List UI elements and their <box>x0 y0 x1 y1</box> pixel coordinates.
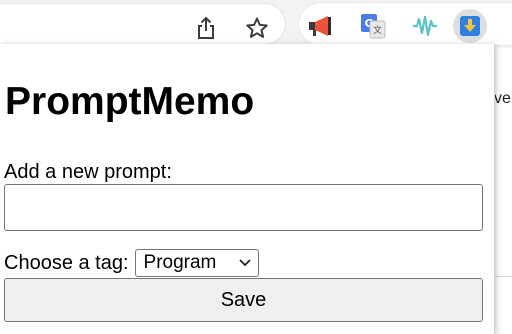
tag-label: Choose a tag: <box>4 251 129 274</box>
extensions-group: G 文 <box>298 2 512 46</box>
extension-popup: PromptMemo Add a new prompt: Choose a ta… <box>0 44 495 334</box>
browser-toolbar: G 文 <box>0 0 512 48</box>
tag-row: Choose a tag: Program <box>4 249 259 277</box>
popup-title: PromptMemo <box>5 80 255 123</box>
audio-wave-icon[interactable] <box>408 9 442 43</box>
download-arrow-icon[interactable] <box>453 9 487 43</box>
chevron-down-icon <box>238 252 252 274</box>
google-translate-icon[interactable]: G 文 <box>356 9 390 43</box>
share-icon[interactable] <box>190 12 222 44</box>
save-button[interactable]: Save <box>4 278 483 322</box>
megaphone-extension-icon[interactable] <box>304 9 338 43</box>
tag-select-value: Program <box>143 252 217 273</box>
page-background: ve <box>494 48 512 320</box>
tag-select[interactable]: Program <box>134 249 259 277</box>
star-icon[interactable] <box>241 12 273 44</box>
address-bar[interactable] <box>0 3 286 45</box>
page-peek-text: ve <box>494 90 511 107</box>
divider <box>494 276 512 277</box>
new-prompt-label: Add a new prompt: <box>4 161 172 183</box>
svg-text:文: 文 <box>373 24 382 36</box>
prompt-input[interactable] <box>4 184 483 231</box>
